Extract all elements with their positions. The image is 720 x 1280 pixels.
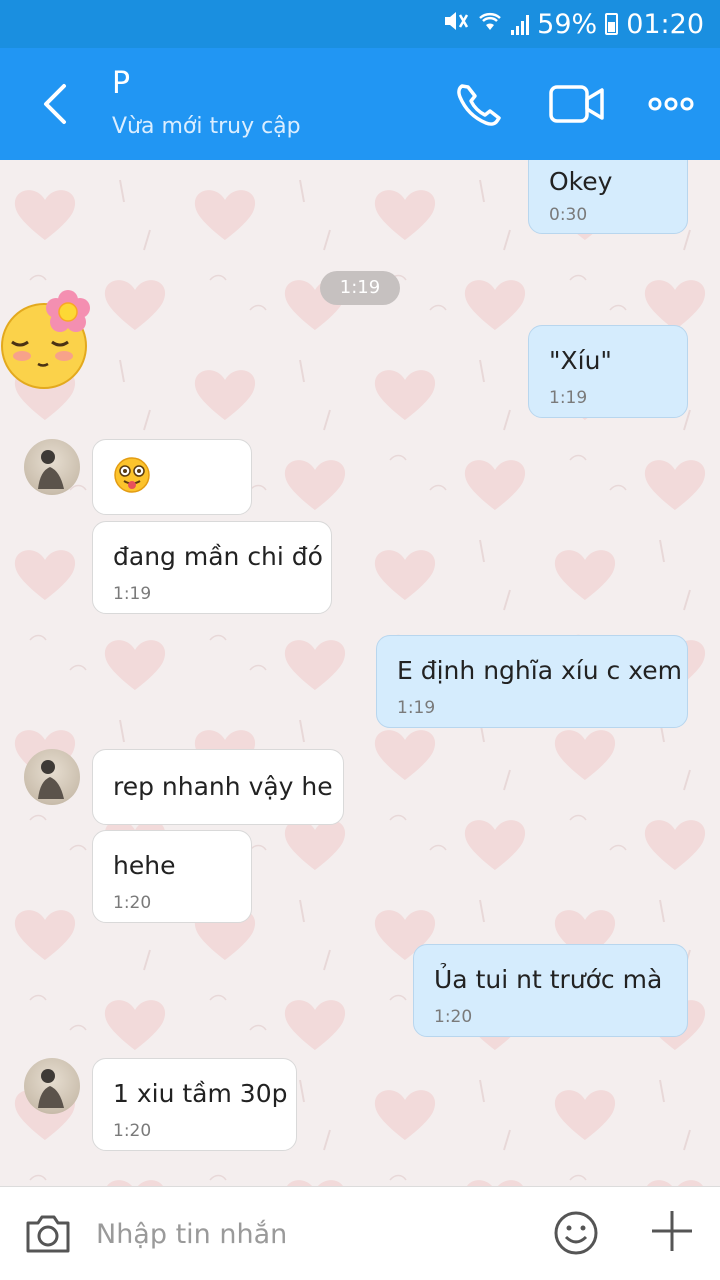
message-emoji — [113, 456, 151, 500]
clock: 01:20 — [626, 8, 704, 40]
more-dots-icon — [648, 97, 694, 111]
add-attachment-button[interactable] — [650, 1209, 694, 1253]
time-divider: 1:19 — [320, 271, 400, 305]
message-text: E định nghĩa xíu c xem — [397, 656, 682, 685]
camera-button[interactable] — [24, 1211, 72, 1255]
contact-avatar[interactable] — [24, 1058, 80, 1114]
contact-status: Vừa mới truy cập — [112, 114, 301, 139]
my-message[interactable]: "Xíu" 1:19 — [528, 325, 688, 418]
more-options-button[interactable] — [646, 80, 702, 128]
message-text: đang mần chi đó — [113, 542, 323, 571]
person-silhouette-icon — [38, 450, 64, 489]
plus-icon — [652, 1211, 692, 1251]
smiley-icon — [554, 1211, 598, 1255]
message-text: Okey — [549, 167, 613, 196]
their-message[interactable]: đang mần chi đó 1:19 — [92, 521, 332, 614]
chat-header: P Vừa mới truy cập — [0, 48, 720, 160]
call-button[interactable] — [452, 80, 508, 128]
message-text: Ủa tui nt trước mà — [434, 965, 663, 994]
my-message[interactable]: Okey 0:30 — [528, 160, 688, 234]
battery-icon — [605, 13, 619, 35]
message-time: 1:20 — [434, 1007, 473, 1027]
message-time: 1:19 — [113, 584, 152, 604]
message-time: 1:19 — [397, 698, 436, 718]
message-input[interactable] — [96, 1209, 516, 1259]
status-bar: 59% 01:20 — [0, 0, 720, 48]
my-message[interactable]: Ủa tui nt trước mà 1:20 — [413, 944, 688, 1037]
message-time: 1:20 — [113, 1121, 152, 1141]
contact-avatar[interactable] — [24, 749, 80, 805]
emoji-button[interactable] — [552, 1209, 600, 1257]
message-text: rep nhanh vậy he — [113, 772, 333, 801]
sleepy-flower-sticker[interactable] — [0, 290, 100, 390]
contact-avatar[interactable] — [24, 439, 80, 495]
signal-icon — [511, 13, 530, 35]
chevron-left-icon — [44, 84, 66, 124]
video-call-button[interactable] — [548, 80, 604, 128]
message-time: 1:20 — [113, 893, 152, 913]
video-camera-icon — [549, 85, 604, 123]
message-text: hehe — [113, 851, 176, 880]
message-text: 1 xiu tầm 30p — [113, 1079, 288, 1108]
tongue-out-emoji-icon — [114, 457, 150, 493]
my-message[interactable]: E định nghĩa xíu c xem 1:19 — [376, 635, 688, 728]
chat-area[interactable]: Okey 0:30 1:19 "Xíu" 1:19 đang mần chi đ… — [0, 160, 720, 1186]
person-silhouette-icon — [38, 1069, 64, 1108]
person-silhouette-icon — [38, 760, 64, 799]
their-message[interactable] — [92, 439, 252, 515]
message-time: 1:19 — [549, 388, 588, 408]
message-time: 0:30 — [549, 205, 588, 225]
back-button[interactable] — [40, 82, 70, 126]
their-message[interactable]: rep nhanh vậy he — [92, 749, 344, 825]
battery-percent: 59% — [537, 8, 598, 40]
camera-icon — [26, 1215, 70, 1253]
their-message[interactable]: 1 xiu tầm 30p 1:20 — [92, 1058, 297, 1151]
their-message[interactable]: hehe 1:20 — [92, 830, 252, 923]
contact-name[interactable]: P — [112, 66, 130, 101]
phone-icon — [457, 84, 501, 126]
message-input-bar — [0, 1186, 720, 1280]
wifi-icon — [477, 10, 503, 38]
message-text: "Xíu" — [549, 346, 612, 375]
mute-icon — [443, 9, 469, 39]
